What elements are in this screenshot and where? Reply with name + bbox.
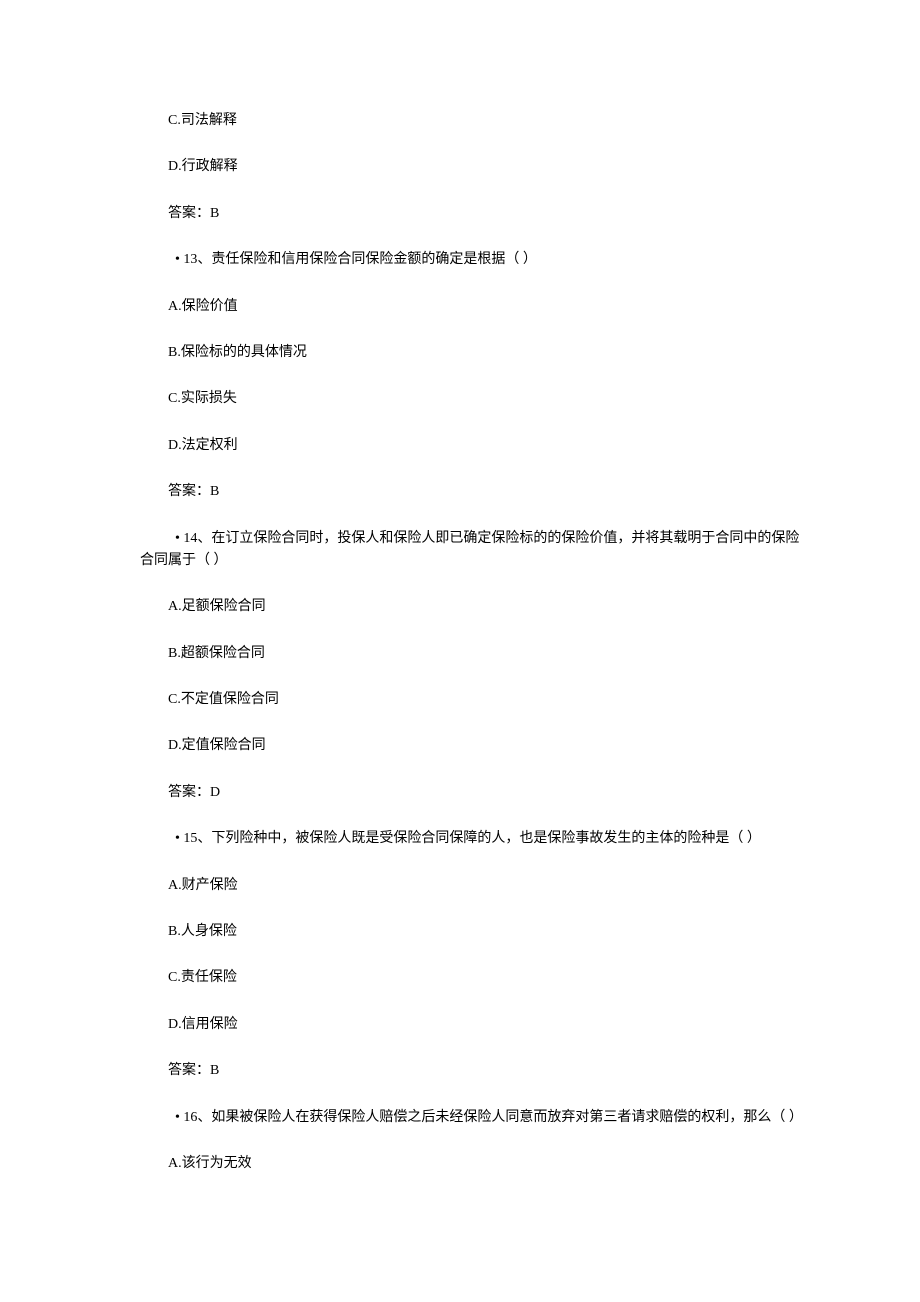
text-line: A.足额保险合同 <box>140 596 810 618</box>
text-line: B.保险标的的具体情况 <box>140 342 810 364</box>
text-line: A.保险价值 <box>140 296 810 318</box>
text-line: 答案：B <box>140 481 810 503</box>
text-line: • 14、在订立保险合同时，投保人和保险人即已确定保险标的的保险价值，并将其载明… <box>140 528 810 573</box>
text-line: • 16、如果被保险人在获得保险人赔偿之后未经保险人同意而放弃对第三者请求赔偿的… <box>140 1107 810 1129</box>
text-line: • 13、责任保险和信用保险合同保险金额的确定是根据（ ） <box>140 249 810 271</box>
text-line: 答案：B <box>140 203 810 225</box>
text-line: C.不定值保险合同 <box>140 689 810 711</box>
text-line: C.实际损失 <box>140 388 810 410</box>
text-line: 答案：B <box>140 1060 810 1082</box>
text-line: D.定值保险合同 <box>140 735 810 757</box>
text-line: • 15、下列险种中，被保险人既是受保险合同保障的人，也是保险事故发生的主体的险… <box>140 828 810 850</box>
text-line: D.信用保险 <box>140 1014 810 1036</box>
text-line: C.责任保险 <box>140 967 810 989</box>
text-line: B.人身保险 <box>140 921 810 943</box>
text-line: D.法定权利 <box>140 435 810 457</box>
text-line: A.财产保险 <box>140 875 810 897</box>
text-line: C.司法解释 <box>140 110 810 132</box>
text-line: 答案：D <box>140 782 810 804</box>
text-line: D.行政解释 <box>140 156 810 178</box>
text-line: A.该行为无效 <box>140 1153 810 1175</box>
text-line: B.超额保险合同 <box>140 643 810 665</box>
